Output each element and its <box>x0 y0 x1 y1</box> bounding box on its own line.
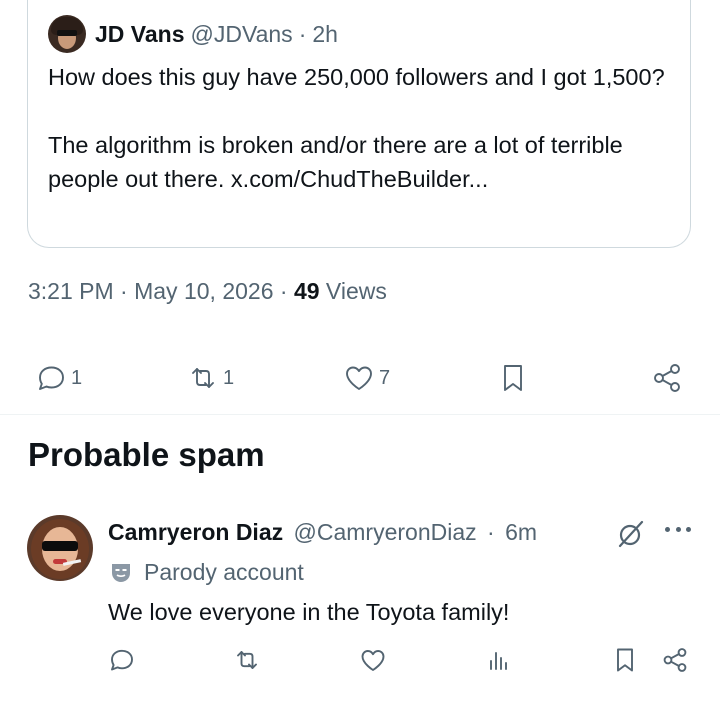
quoted-post-header: JD Vans @JDVans · 2h <box>48 15 338 53</box>
reply-header: Camryeron Diaz @CamryeronDiaz · 6m <box>108 519 537 546</box>
repost-button[interactable]: 1 <box>186 356 234 400</box>
bookmark-button[interactable] <box>496 356 530 400</box>
share-button[interactable] <box>650 356 684 400</box>
avatar[interactable] <box>27 515 93 581</box>
reply-author-name[interactable]: Camryeron Diaz <box>108 519 283 545</box>
parody-mask-icon <box>112 563 130 582</box>
reply-action-bar <box>0 645 720 685</box>
avatar[interactable] <box>48 15 86 53</box>
like-count: 7 <box>379 366 391 389</box>
reply-icon <box>39 366 64 390</box>
bookmark-icon <box>617 648 633 672</box>
reply-post[interactable]: Camryeron Diaz @CamryeronDiaz · 6m Parod… <box>0 505 720 705</box>
section-divider <box>0 414 720 415</box>
repost-icon <box>192 368 214 388</box>
reply-count: 1 <box>71 366 83 389</box>
quoted-post-age[interactable]: 2h <box>312 21 338 48</box>
meta-separator: · <box>298 20 307 47</box>
section-heading: Probable spam <box>28 436 265 473</box>
parody-label: Parody account <box>144 559 304 585</box>
quoted-post-paragraph: How does this guy have 250,000 followers… <box>48 64 665 90</box>
reply-age[interactable]: 6m <box>505 519 537 545</box>
like-button[interactable]: 7 <box>342 356 390 400</box>
post-date[interactable]: May 10, 2026 <box>134 278 273 304</box>
quoted-post-paragraph: The algorithm is broken and/or there are… <box>48 132 623 192</box>
bookmark-icon <box>504 365 522 391</box>
meta-separator: · <box>120 278 128 304</box>
parody-badge: Parody account <box>108 559 304 586</box>
grok-icon[interactable] <box>615 518 647 550</box>
reply-author-handle[interactable]: @CamryeronDiaz <box>294 519 477 545</box>
post-action-bar: 1 1 7 <box>0 356 720 400</box>
views-label: Views <box>325 278 387 304</box>
share-icon <box>654 364 680 392</box>
views-count: 49 <box>293 278 320 304</box>
reply-button[interactable]: 1 <box>34 356 82 400</box>
quoted-post-card[interactable]: JD Vans @JDVans · 2h How does this guy h… <box>27 0 691 248</box>
repost-button[interactable] <box>232 645 266 679</box>
repost-count: 1 <box>223 366 235 389</box>
meta-separator: · <box>487 519 495 545</box>
bookmark-button[interactable] <box>610 645 644 679</box>
quoted-author-handle[interactable]: @JDVans <box>191 21 293 48</box>
post-timestamp-row: 3:21 PM · May 10, 2026 · 49 Views <box>28 278 387 305</box>
share-icon <box>663 648 687 672</box>
reply-button[interactable] <box>107 645 141 679</box>
reply-icon <box>111 649 133 671</box>
post-time[interactable]: 3:21 PM <box>28 278 114 304</box>
heart-icon <box>346 366 372 390</box>
quoted-post-text: How does this guy have 250,000 followers… <box>48 60 678 196</box>
meta-separator: · <box>279 278 288 304</box>
more-icon[interactable] <box>665 527 691 537</box>
quoted-author-name[interactable]: JD Vans <box>95 21 185 48</box>
heart-icon <box>361 650 385 671</box>
share-button[interactable] <box>660 645 694 679</box>
analytics-icon <box>490 652 507 670</box>
reply-text: We love everyone in the Toyota family! <box>108 599 510 625</box>
repost-icon <box>237 651 257 669</box>
analytics-button[interactable] <box>484 645 518 679</box>
like-button[interactable] <box>358 645 392 679</box>
